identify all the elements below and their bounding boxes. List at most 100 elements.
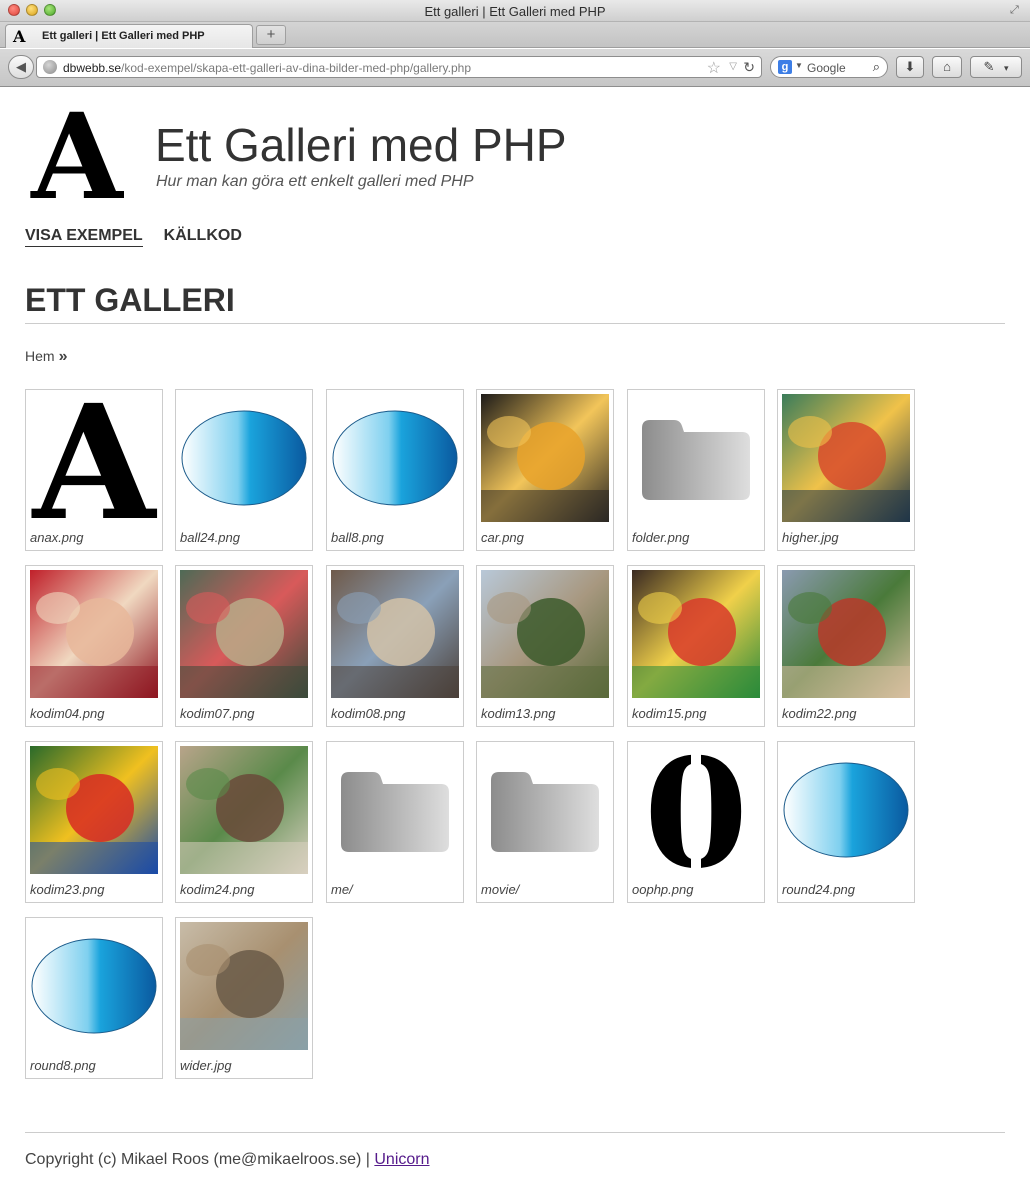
back-button[interactable]: ◀	[8, 55, 34, 79]
gallery-item[interactable]: kodim08.png	[326, 565, 464, 727]
magnifier-icon[interactable]: ⌕	[873, 59, 880, 75]
gallery-item[interactable]: kodim22.png	[777, 565, 915, 727]
photo-thumbnail	[331, 570, 459, 698]
window-titlebar: Ett galleri | Ett Galleri med PHP ⤢	[0, 0, 1030, 22]
search-engine-icon[interactable]: g	[778, 60, 792, 74]
gallery-item-caption: car.png	[481, 530, 524, 545]
gallery-item[interactable]: ball8.png	[326, 389, 464, 551]
gallery-item[interactable]: higher.jpg	[777, 389, 915, 551]
photo-thumbnail	[180, 922, 308, 1050]
tools-button[interactable]: ✎ ▾	[970, 56, 1022, 78]
photo-thumbnail	[481, 570, 609, 698]
tools-caret-icon: ▾	[1004, 63, 1009, 73]
globe-icon	[43, 60, 57, 74]
nav-link-kallkod[interactable]: Källkod	[164, 227, 242, 247]
folder-icon	[642, 420, 750, 500]
ball-thumbnail-icon	[783, 762, 909, 858]
gallery-item-caption: higher.jpg	[782, 530, 839, 545]
footer: Copyright (c) Mikael Roos (me@mikaelroos…	[25, 1151, 430, 1169]
gallery-item-caption: me/	[331, 882, 353, 897]
gallery-item-caption: oophp.png	[632, 882, 694, 897]
gallery-item[interactable]: me/	[326, 741, 464, 903]
gallery-item-caption: kodim22.png	[782, 706, 857, 721]
search-field[interactable]: g ▼ Google ⌕	[770, 56, 888, 78]
fullscreen-icon[interactable]: ⤢	[1010, 4, 1022, 16]
page-heading: Ett galleri	[25, 282, 235, 318]
footer-copyright: Copyright (c) Mikael Roos (me@mikaelroos…	[25, 1151, 375, 1168]
gallery-item[interactable]: ball24.png	[175, 389, 313, 551]
footer-divider	[25, 1132, 1005, 1133]
site-title[interactable]: Ett Galleri med PHP	[155, 118, 567, 172]
svg-text:A: A	[31, 394, 158, 522]
letter-a-logo-icon: A	[31, 394, 158, 522]
ball-thumbnail-icon	[181, 410, 307, 506]
favicon-icon: A	[13, 27, 26, 46]
gallery-item-caption: folder.png	[632, 530, 690, 545]
gallery-item[interactable]: wider.jpg	[175, 917, 313, 1079]
ball-thumbnail-icon	[332, 410, 458, 506]
footer-unicorn-link[interactable]: Unicorn	[374, 1151, 429, 1168]
photo-thumbnail	[180, 570, 308, 698]
folder-icon	[491, 772, 599, 852]
gallery-item[interactable]: round24.png	[777, 741, 915, 903]
gallery-item-caption: wider.jpg	[180, 1058, 232, 1073]
photo-thumbnail	[782, 394, 910, 522]
download-arrow-icon: ⬇	[904, 59, 916, 74]
gallery-item[interactable]: folder.png	[627, 389, 765, 551]
gallery-item[interactable]: kodim15.png	[627, 565, 765, 727]
gallery-item[interactable]: kodim24.png	[175, 741, 313, 903]
breadcrumb-home-link[interactable]: Hem	[25, 348, 55, 364]
url-history-caret-icon[interactable]: ▽	[729, 61, 737, 72]
photo-thumbnail	[782, 570, 910, 698]
home-icon: ⌂	[943, 59, 951, 74]
gallery-item[interactable]: Aanax.png	[25, 389, 163, 551]
tab-bar: A Ett galleri | Ett Galleri med PHP +	[0, 22, 1030, 48]
photo-thumbnail	[481, 394, 609, 522]
gallery-item-caption: kodim07.png	[180, 706, 255, 721]
photo-thumbnail	[30, 570, 158, 698]
breadcrumb-separator: »	[58, 348, 68, 365]
new-tab-button[interactable]: +	[256, 25, 286, 45]
heading-divider	[25, 323, 1005, 324]
downloads-button[interactable]: ⬇	[896, 56, 924, 78]
gallery-item-caption: kodim15.png	[632, 706, 707, 721]
site-logo-icon[interactable]: A	[30, 104, 124, 204]
photo-thumbnail	[632, 570, 760, 698]
gallery-item[interactable]: kodim07.png	[175, 565, 313, 727]
window-title: Ett galleri | Ett Galleri med PHP	[424, 4, 606, 19]
gallery-item[interactable]: kodim04.png	[25, 565, 163, 727]
address-bar[interactable]: dbwebb.se/kod-exempel/skapa-ett-galleri-…	[36, 56, 762, 78]
site-slogan: Hur man kan göra ett enkelt galleri med …	[156, 173, 474, 190]
gallery-item-caption: ball24.png	[180, 530, 240, 545]
page-content: A Ett Galleri med PHP Hur man kan göra e…	[0, 88, 1030, 1188]
home-button[interactable]: ⌂	[932, 56, 962, 78]
gallery-item-caption: round24.png	[782, 882, 856, 897]
back-arrow-icon: ◀	[16, 59, 26, 74]
gallery-item[interactable]: movie/	[476, 741, 614, 903]
gallery-item-caption: kodim13.png	[481, 706, 556, 721]
ball-thumbnail-icon	[31, 938, 157, 1034]
search-engine-caret-icon[interactable]: ▼	[795, 61, 803, 70]
gallery-item[interactable]: car.png	[476, 389, 614, 551]
gallery-item-caption: round8.png	[30, 1058, 96, 1073]
gallery-item[interactable]: kodim23.png	[25, 741, 163, 903]
gallery-item[interactable]: 0 oophp.png	[627, 741, 765, 903]
folder-icon	[341, 772, 449, 852]
gallery-item-caption: anax.png	[30, 530, 84, 545]
gallery-item-caption: movie/	[481, 882, 520, 897]
photo-thumbnail	[30, 746, 158, 874]
reload-icon[interactable]: ↻	[743, 59, 755, 76]
gallery-item-caption: kodim08.png	[331, 706, 406, 721]
nav-link-visa-exempel[interactable]: Visa exempel	[25, 227, 143, 247]
browser-toolbar: ◀ dbwebb.se/kod-exempel/skapa-ett-galler…	[0, 49, 1030, 87]
gallery-item[interactable]: kodim13.png	[476, 565, 614, 727]
gallery-item-caption: kodim23.png	[30, 882, 105, 897]
tab-title: Ett galleri | Ett Galleri med PHP	[42, 30, 205, 42]
photo-thumbnail	[180, 746, 308, 874]
svg-text:A: A	[30, 104, 124, 204]
tab-active[interactable]: A Ett galleri | Ett Galleri med PHP	[5, 24, 253, 48]
zero-logo-icon: 0	[644, 746, 748, 874]
gallery-item[interactable]: round8.png	[25, 917, 163, 1079]
bookmark-star-icon[interactable]: ☆	[707, 58, 721, 78]
gallery-item-caption: ball8.png	[331, 530, 384, 545]
